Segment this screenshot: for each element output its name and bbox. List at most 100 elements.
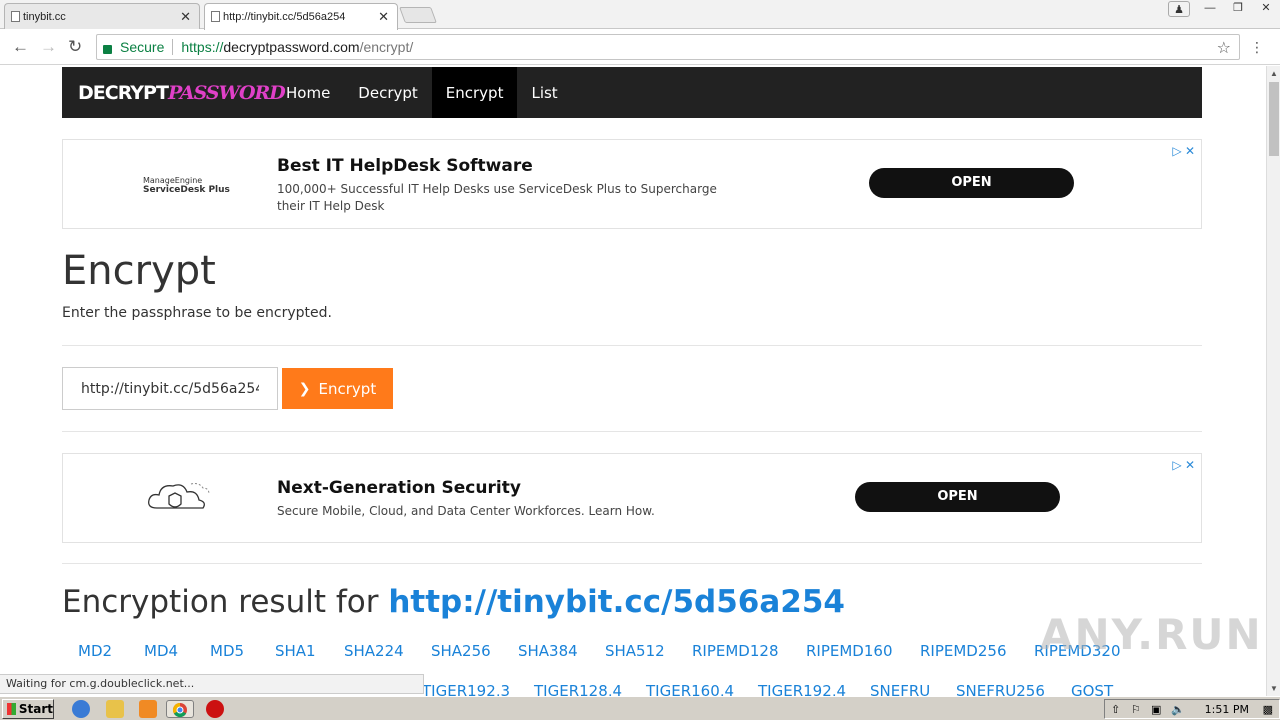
browser-toolbar: ← → ↻ Secure https:// decryptpassword.co… <box>0 29 1280 65</box>
ad-banner[interactable]: ManageEngine ServiceDesk Plus Best IT He… <box>62 139 1202 229</box>
algorithm-link[interactable]: GOST <box>1071 682 1113 696</box>
encrypt-button-label: Encrypt <box>318 379 377 398</box>
url-scheme: https:// <box>181 39 224 55</box>
algorithm-link[interactable]: SHA384 <box>518 642 578 660</box>
divider <box>62 345 1202 346</box>
start-button[interactable]: Start <box>2 699 54 719</box>
close-icon[interactable]: ✕ <box>378 9 389 25</box>
user-icon[interactable]: ♟ <box>1168 1 1190 17</box>
algorithm-link[interactable]: SNEFRU256 <box>956 682 1045 696</box>
nav-decrypt[interactable]: Decrypt <box>344 67 431 118</box>
nav-list[interactable]: List <box>517 67 571 118</box>
ie-icon[interactable] <box>72 700 90 718</box>
watermark-logo: ANY.RUN <box>1040 610 1263 659</box>
browser-tab-strip: tinybit.cc ✕ http://tinybit.cc/5d56a254 … <box>0 0 1280 30</box>
scroll-down-icon[interactable]: ▼ <box>1270 684 1278 693</box>
ad-open-button[interactable]: OPEN <box>869 168 1074 198</box>
minimize-button[interactable]: — <box>1196 0 1224 18</box>
algorithm-link[interactable]: TIGER192,4 <box>758 682 846 696</box>
ad-headline[interactable]: Best IT HelpDesk Software <box>277 156 533 176</box>
site-navbar: DECRYPT PASSWORD Home Decrypt Encrypt Lis… <box>62 67 1202 118</box>
algorithm-link[interactable]: RIPEMD160 <box>806 642 893 660</box>
reload-icon[interactable]: ↻ <box>68 37 82 57</box>
result-link[interactable]: http://tinybit.cc/5d56a254 <box>388 584 845 620</box>
ad-open-button[interactable]: OPEN <box>855 482 1060 512</box>
system-tray: ⇧ ⚐ ▣ 🔈 1:51 PM ▩ <box>1104 699 1280 719</box>
algorithm-link[interactable]: MD4 <box>144 642 178 660</box>
media-player-icon[interactable] <box>139 700 157 718</box>
show-desktop-icon[interactable]: ▩ <box>1263 703 1273 716</box>
chevron-right-icon: ❯ <box>298 380 311 397</box>
adchoices-icon[interactable]: ▷ ✕ <box>1172 458 1195 472</box>
chrome-icon <box>172 702 187 718</box>
clock[interactable]: 1:51 PM <box>1205 703 1249 716</box>
page-icon <box>11 11 20 22</box>
windows-taskbar: Start ⇧ ⚐ ▣ 🔈 1:51 PM ▩ <box>0 696 1280 720</box>
cloud-shield-icon <box>148 483 210 509</box>
adchoices-icon[interactable]: ▷ ✕ <box>1172 144 1195 158</box>
status-bubble: Waiting for cm.g.doubleclick.net... <box>0 674 424 694</box>
algorithm-link[interactable]: RIPEMD128 <box>692 642 779 660</box>
advertiser-name: ServiceDesk Plus <box>143 185 230 195</box>
scrollbar-thumb[interactable] <box>1269 82 1279 156</box>
logo-text-decrypt: DECRYPT <box>78 81 169 104</box>
site-logo[interactable]: DECRYPT PASSWORD <box>62 67 286 118</box>
algorithm-link[interactable]: SHA256 <box>431 642 491 660</box>
tab-title: tinybit.cc <box>23 10 66 23</box>
passphrase-input[interactable] <box>62 367 278 410</box>
scroll-up-icon[interactable]: ▲ <box>1270 69 1278 78</box>
logo-text-password: PASSWORD <box>167 81 286 104</box>
opera-icon[interactable] <box>206 700 224 718</box>
algorithm-link[interactable]: TIGER192,3 <box>422 682 510 696</box>
ad-headline[interactable]: Next-Generation Security <box>277 478 521 498</box>
network-icon[interactable]: ▣ <box>1151 703 1161 716</box>
page-title: Encrypt <box>62 248 216 294</box>
algorithm-link[interactable]: SHA1 <box>275 642 316 660</box>
volume-icon[interactable]: 🔈 <box>1171 703 1185 716</box>
algorithm-link[interactable]: MD2 <box>78 642 112 660</box>
ad-body: Secure Mobile, Cloud, and Data Center Wo… <box>277 504 655 518</box>
address-bar[interactable]: Secure https:// decryptpassword.com /enc… <box>96 34 1240 60</box>
algorithm-link[interactable]: MD5 <box>210 642 244 660</box>
chrome-taskbar-button[interactable] <box>166 700 194 718</box>
algorithm-link[interactable]: TIGER128,4 <box>534 682 622 696</box>
algorithm-link[interactable]: SHA512 <box>605 642 665 660</box>
page-subtitle: Enter the passphrase to be encrypted. <box>62 305 332 321</box>
page-scrollbar[interactable]: ▲ ▼ <box>1266 66 1280 696</box>
back-arrow-icon[interactable]: ← <box>12 37 29 57</box>
ad-banner[interactable]: Next-Generation Security Secure Mobile, … <box>62 453 1202 543</box>
secure-label: Secure <box>120 39 165 55</box>
url-path: /encrypt/ <box>359 39 414 55</box>
advertiser-small: ManageEngine <box>143 176 203 185</box>
page-icon <box>211 11 220 22</box>
ad-body: 100,000+ Successful IT Help Desks use Se… <box>277 182 717 213</box>
browser-tab[interactable]: tinybit.cc ✕ <box>4 3 200 29</box>
new-tab-button[interactable] <box>399 7 437 23</box>
restore-button[interactable]: ❐ <box>1224 0 1252 18</box>
folder-icon[interactable] <box>106 700 124 718</box>
bookmark-star-icon[interactable]: ☆ <box>1217 38 1231 58</box>
nav-home[interactable]: Home <box>272 67 344 118</box>
close-icon[interactable]: ✕ <box>180 9 191 25</box>
algorithm-link[interactable]: SNEFRU <box>870 682 930 696</box>
page-viewport: DECRYPT PASSWORD Home Decrypt Encrypt Lis… <box>0 66 1266 696</box>
menu-icon[interactable]: ⋮ <box>1250 39 1264 56</box>
algorithm-link[interactable]: RIPEMD256 <box>920 642 1007 660</box>
close-window-button[interactable]: ✕ <box>1252 0 1280 18</box>
nav-encrypt[interactable]: Encrypt <box>431 67 518 118</box>
algorithm-link[interactable]: SHA224 <box>344 642 404 660</box>
tray-expand-icon[interactable]: ⇧ <box>1111 703 1120 716</box>
start-label: Start <box>18 702 53 716</box>
algorithm-link[interactable]: TIGER160,4 <box>646 682 734 696</box>
flag-icon[interactable]: ⚐ <box>1131 703 1141 716</box>
result-heading: Encryption result for http://tinybit.cc/… <box>62 584 845 620</box>
encrypt-button[interactable]: ❯ Encrypt <box>282 368 393 409</box>
forward-arrow-icon[interactable]: → <box>40 37 57 57</box>
advertiser-logo: ManageEngine ServiceDesk Plus <box>143 176 230 195</box>
tab-title: http://tinybit.cc/5d56a254 <box>223 11 346 23</box>
browser-tab-active[interactable]: http://tinybit.cc/5d56a254 ✕ <box>204 3 398 30</box>
divider <box>62 431 1202 432</box>
window-controls: ♟ — ❐ ✕ <box>1168 0 1280 18</box>
windows-logo-icon <box>7 703 16 715</box>
lock-icon <box>103 44 112 54</box>
